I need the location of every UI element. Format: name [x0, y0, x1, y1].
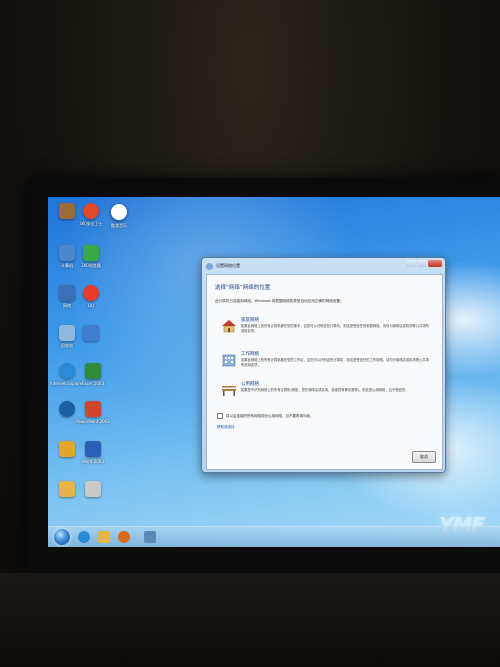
help-link[interactable]: 帮助我选择 — [217, 425, 235, 430]
option-title: 公用网络 — [241, 382, 259, 387]
desktop-icon-label: 计算机 — [61, 263, 73, 268]
office-icon — [222, 354, 236, 367]
close-button[interactable] — [428, 260, 442, 267]
plane-icon — [83, 325, 99, 341]
option-public-network[interactable]: 公用网络 如果您不识别网络上的所有计算机(例如，您在咖啡店或机场，或者您有移动宽… — [221, 381, 431, 411]
desktop-icon-plane[interactable] — [74, 325, 108, 343]
shield-icon — [83, 203, 99, 219]
music-icon — [110, 203, 128, 221]
desktop-icon-label: 360安全卫士 — [79, 221, 103, 226]
penguin-icon — [83, 285, 99, 301]
desktop-icon-label: 回收站 — [61, 343, 73, 348]
desktop-icon-label: QQ — [87, 303, 95, 308]
desk-surface — [0, 573, 500, 667]
desktop-icon-label: Word 2003 — [82, 459, 104, 464]
dialog-heading: 选择“网络”网络的位置 — [215, 285, 271, 291]
bench-icon — [222, 386, 236, 396]
computer-icon — [59, 245, 75, 261]
desktop-icon-kuwo[interactable]: 酷我音乐 — [102, 203, 136, 228]
ie-icon — [59, 363, 75, 379]
checkbox-box[interactable] — [217, 413, 223, 419]
option-home-network[interactable]: 家庭网络 如果此网络上的所有计算机都在您的家中，且您可以识别这些计算机，则这是受… — [221, 317, 431, 347]
folder-icon — [59, 481, 75, 497]
browser-icon — [83, 245, 99, 261]
desktop-icon-label: Excel 2003 — [81, 381, 105, 386]
start-button[interactable] — [54, 529, 70, 545]
back-arrow-icon[interactable] — [206, 262, 213, 270]
option-description: 如果您不识别网络上的所有计算机(例如，您在咖啡店或机场，或者您有移动宽带)，则这… — [241, 388, 409, 392]
desktop-icon-label: 酷我音乐 — [111, 223, 127, 228]
cancel-button[interactable]: 取消 — [412, 451, 436, 463]
network-icon — [59, 285, 75, 301]
ie-taskbar-icon[interactable] — [78, 531, 90, 543]
option-description: 如果此网络上的所有计算机都在您的家中，且您可以识别这些计算机，则这是受信任的家庭… — [241, 324, 429, 333]
desktop-icon-360-browser[interactable]: 360浏览器 — [74, 245, 108, 268]
play-icon — [59, 401, 75, 417]
powerpoint-icon — [85, 401, 101, 417]
desktop-screen: 360安全卫士 酷我音乐 计算机 360浏览器 网络 QQ 回收站 Intern… — [48, 197, 500, 547]
dialog-description: 此计算机已连接到网络。Windows 将根据网络的类型自动应用正确的网络设置。 — [215, 299, 344, 303]
book-icon — [59, 441, 75, 457]
desktop-icon-word[interactable]: Word 2003 — [76, 441, 110, 464]
taskbar — [48, 526, 500, 547]
desktop-icon-label: 360浏览器 — [81, 263, 101, 268]
trash-icon — [59, 325, 75, 341]
maximize-button[interactable] — [417, 260, 427, 267]
excel-icon — [85, 363, 101, 379]
treat-all-public-checkbox[interactable]: 将以后连接的所有网络视为公用网络，且不要再询问我。 — [217, 413, 314, 419]
dialog-body: 选择“网络”网络的位置 此计算机已连接到网络。Windows 将根据网络的类型自… — [206, 274, 443, 470]
checkbox-label: 将以后连接的所有网络视为公用网络，且不要再询问我。 — [226, 414, 314, 418]
desktop-icon-tool[interactable] — [76, 481, 110, 499]
option-title: 工作网络 — [241, 352, 259, 357]
option-description: 如果此网络上的所有计算机都在您的工作区，且您可以识别这些计算机，则这是受信任的工… — [241, 358, 429, 367]
word-icon — [85, 441, 101, 457]
desktop-icon-label: PowerPoint 2003 — [76, 419, 110, 424]
media-taskbar-icon[interactable] — [118, 531, 130, 543]
tool-icon — [85, 481, 101, 497]
desktop-icon-powerpoint[interactable]: PowerPoint 2003 — [76, 401, 110, 424]
dialog-title: 设置网络位置 — [216, 263, 240, 268]
minimize-button[interactable] — [406, 260, 416, 267]
desktop-icon-excel[interactable]: Excel 2003 — [76, 363, 110, 386]
network-taskbar-icon[interactable] — [144, 531, 156, 543]
home-icon — [222, 320, 236, 333]
option-title: 家庭网络 — [241, 318, 259, 323]
desktop-icon-label: 网络 — [63, 303, 71, 308]
desktop-icon-qq[interactable]: QQ — [74, 285, 108, 308]
explorer-taskbar-icon[interactable] — [98, 531, 110, 543]
network-location-dialog: 设置网络位置 选择“网络”网络的位置 此计算机已连接到网络。Windows 将根… — [201, 257, 446, 473]
folder-icon — [59, 203, 75, 219]
option-work-network[interactable]: 工作网络 如果此网络上的所有计算机都在您的工作区，且您可以识别这些计算机，则这是… — [221, 351, 431, 381]
